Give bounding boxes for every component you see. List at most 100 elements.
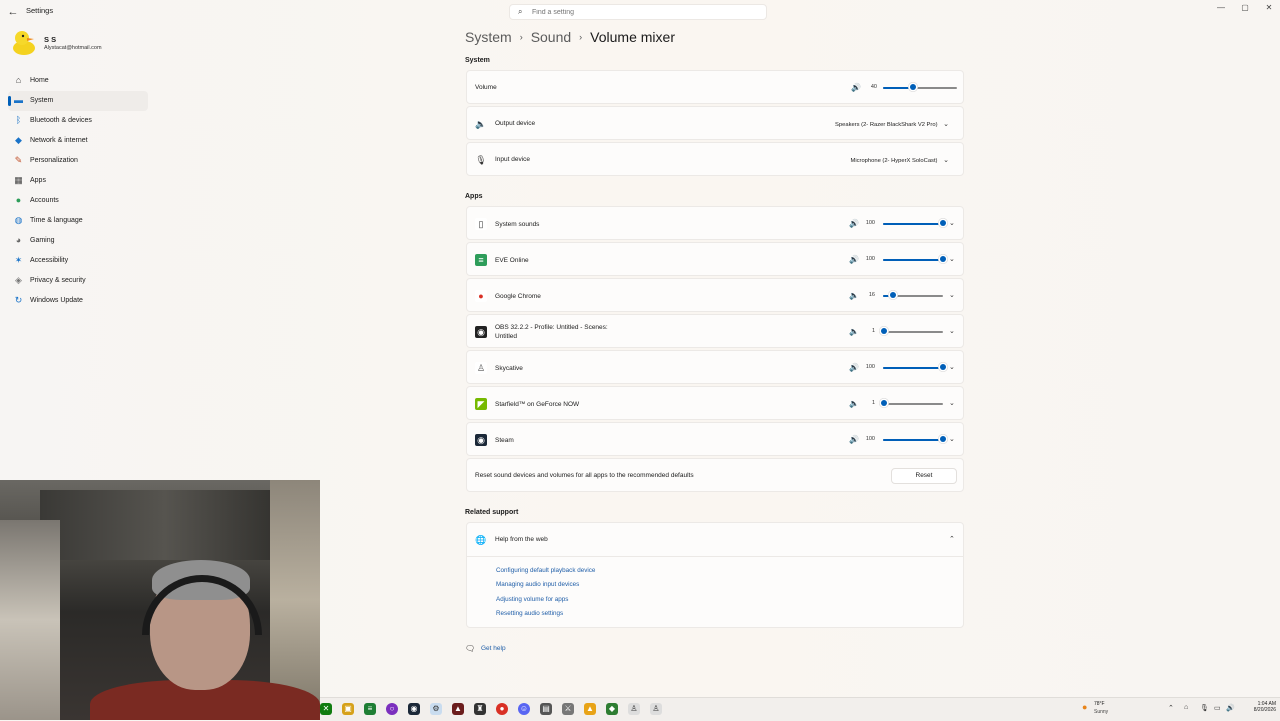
breadcrumb-sound[interactable]: Sound — [531, 29, 571, 45]
speaker-icon[interactable]: 🔊 — [851, 83, 861, 92]
spreadsheet-icon[interactable]: ≡ — [364, 703, 376, 715]
slider-thumb[interactable] — [940, 364, 946, 370]
app-volume-value: 100 — [865, 256, 875, 262]
chevron-up-icon[interactable]: ⌃ — [1168, 704, 1174, 712]
battery-icon[interactable]: ▭ — [1214, 704, 1221, 712]
app-icon[interactable]: ▣ — [342, 703, 354, 715]
slider-fill — [883, 439, 943, 441]
sidebar-item-privacy-security[interactable]: ◈ Privacy & security — [8, 271, 148, 291]
avatar[interactable] — [10, 28, 38, 56]
help-title[interactable]: Help from the web — [495, 536, 548, 543]
help-link[interactable]: Configuring default playback device — [496, 567, 595, 574]
app-icon[interactable]: ▤ — [540, 703, 552, 715]
chevron-up-icon[interactable]: ⌃ — [949, 535, 955, 543]
obs-icon[interactable]: ○ — [386, 703, 398, 715]
speaker-low-icon[interactable]: 🔈 — [849, 399, 859, 408]
settings-icon[interactable]: ⚙ — [430, 703, 442, 715]
minimize-icon[interactable]: — — [1209, 3, 1233, 15]
chevron-down-icon[interactable]: ⌄ — [949, 327, 955, 335]
app-icon[interactable]: ♜ — [474, 703, 486, 715]
search-box[interactable]: ⌕ — [509, 4, 767, 20]
sidebar-item-windows-update[interactable]: ↻ Windows Update — [8, 291, 148, 311]
slider-thumb[interactable] — [889, 292, 896, 298]
chevron-down-icon[interactable]: ⌄ — [949, 255, 955, 263]
app-icon[interactable]: ♙ — [628, 703, 640, 715]
get-help-link[interactable]: Get help — [481, 645, 506, 652]
xbox-icon[interactable]: ✕ — [320, 703, 332, 715]
discord-icon[interactable]: ☺ — [518, 703, 530, 715]
sidebar-item-home[interactable]: ⌂ Home — [8, 71, 148, 91]
app-name: Starfield™ on GeForce NOW — [495, 401, 580, 408]
master-volume-slider[interactable] — [883, 84, 957, 90]
help-link[interactable]: Resetting audio settings — [496, 610, 563, 617]
sidebar-item-network-internet[interactable]: ◆ Network & internet — [8, 131, 148, 151]
help-link[interactable]: Managing audio input devices — [496, 581, 579, 588]
maximize-icon[interactable]: ▢ — [1233, 3, 1257, 15]
reset-button[interactable]: Reset — [891, 468, 957, 484]
sidebar-item-personalization[interactable]: ✎ Personalization — [8, 151, 148, 171]
speaker-low-icon[interactable]: 🔈 — [849, 327, 859, 336]
sidebar-item-label: Accessibility — [30, 257, 69, 264]
app-icon[interactable]: ♙ — [650, 703, 662, 715]
app-volume-slider[interactable] — [883, 292, 943, 298]
taskbar-clock[interactable]: 1:04 AM 8/20/2026 — [1240, 701, 1276, 713]
globe-clock-icon: ◍ — [14, 215, 23, 225]
app-volume-slider[interactable] — [880, 328, 943, 334]
help-card: 🌐 Help from the web ⌃ Configuring defaul… — [466, 522, 964, 628]
chevron-down-icon[interactable]: ⌄ — [949, 291, 955, 299]
close-icon[interactable]: ✕ — [1257, 3, 1280, 15]
app-volume-slider[interactable] — [883, 364, 946, 370]
app-volume-value: 100 — [865, 436, 875, 442]
app-icon[interactable]: ◆ — [606, 703, 618, 715]
sidebar-item-system[interactable]: ▬ System — [8, 91, 148, 111]
app-volume-row: ◤ Starfield™ on GeForce NOW 🔈 1 ⌄ — [466, 386, 964, 420]
slider-thumb[interactable] — [940, 436, 946, 442]
slider-thumb[interactable] — [880, 328, 887, 334]
app-volume-slider[interactable] — [883, 220, 946, 226]
speaker-icon[interactable]: 🔊 — [849, 435, 859, 444]
search-input[interactable] — [532, 6, 752, 18]
app-volume-slider[interactable] — [883, 436, 946, 442]
input-device-value: Microphone (2- HyperX SoloCast) — [850, 158, 938, 164]
app-volume-slider[interactable] — [880, 400, 943, 406]
help-link[interactable]: Adjusting volume for apps — [496, 596, 568, 603]
chevron-down-icon[interactable]: ⌄ — [949, 399, 955, 407]
weather-condition: Sunny — [1094, 709, 1109, 715]
app-volume-slider[interactable] — [883, 256, 946, 262]
network-icon[interactable]: ⌂ — [1184, 704, 1188, 711]
chrome-icon[interactable]: ● — [496, 703, 508, 715]
app-name: Steam — [495, 437, 514, 444]
sidebar-item-accessibility[interactable]: ✶ Accessibility — [8, 251, 148, 271]
speaker-icon[interactable]: 🔊 — [849, 255, 859, 264]
output-device-dropdown[interactable]: Speakers (2- Razer BlackShark V2 Pro) ⌄ — [835, 120, 949, 128]
breadcrumb-system[interactable]: System — [465, 29, 512, 45]
app-volume-row: ◉ OBS 32.2.2 - Profile: Untitled - Scenes… — [466, 314, 964, 348]
microphone-icon: 🎙 — [475, 155, 487, 165]
steam-icon[interactable]: ◉ — [408, 703, 420, 715]
back-arrow-icon[interactable]: ← — [6, 5, 20, 19]
microphone-icon[interactable]: 🎙 — [1200, 704, 1209, 712]
chevron-down-icon[interactable]: ⌄ — [949, 363, 955, 371]
input-device-dropdown[interactable]: Microphone (2- HyperX SoloCast) ⌄ — [851, 156, 950, 164]
speaker-icon[interactable]: 🔊 — [849, 219, 859, 228]
chevron-down-icon[interactable]: ⌄ — [949, 435, 955, 443]
geforce-now-icon: ◤ — [475, 398, 487, 410]
sidebar-item-bluetooth-devices[interactable]: ᛒ Bluetooth & devices — [8, 111, 148, 131]
speaker-icon[interactable]: 🔊 — [849, 363, 859, 372]
app-icon[interactable]: ⚔ — [562, 703, 574, 715]
slider-thumb[interactable] — [940, 256, 946, 262]
steam-icon: ◉ — [475, 434, 487, 446]
sidebar-item-gaming[interactable]: ◕ Gaming — [8, 231, 148, 251]
vlc-icon[interactable]: ▲ — [584, 703, 596, 715]
app-icon[interactable]: ▲ — [452, 703, 464, 715]
speaker-low-icon[interactable]: 🔈 — [849, 291, 859, 300]
sidebar-item-apps[interactable]: ▦ Apps — [8, 171, 148, 191]
slider-thumb[interactable] — [909, 84, 916, 90]
slider-thumb[interactable] — [940, 220, 946, 226]
slider-thumb[interactable] — [880, 400, 887, 406]
sidebar-item-accounts[interactable]: ● Accounts — [8, 191, 148, 211]
volume-icon[interactable]: 🔊 — [1226, 704, 1235, 712]
chevron-down-icon[interactable]: ⌄ — [949, 219, 955, 227]
sidebar-item-time-language[interactable]: ◍ Time & language — [8, 211, 148, 231]
speaker-icon: 🔈 — [475, 119, 487, 129]
